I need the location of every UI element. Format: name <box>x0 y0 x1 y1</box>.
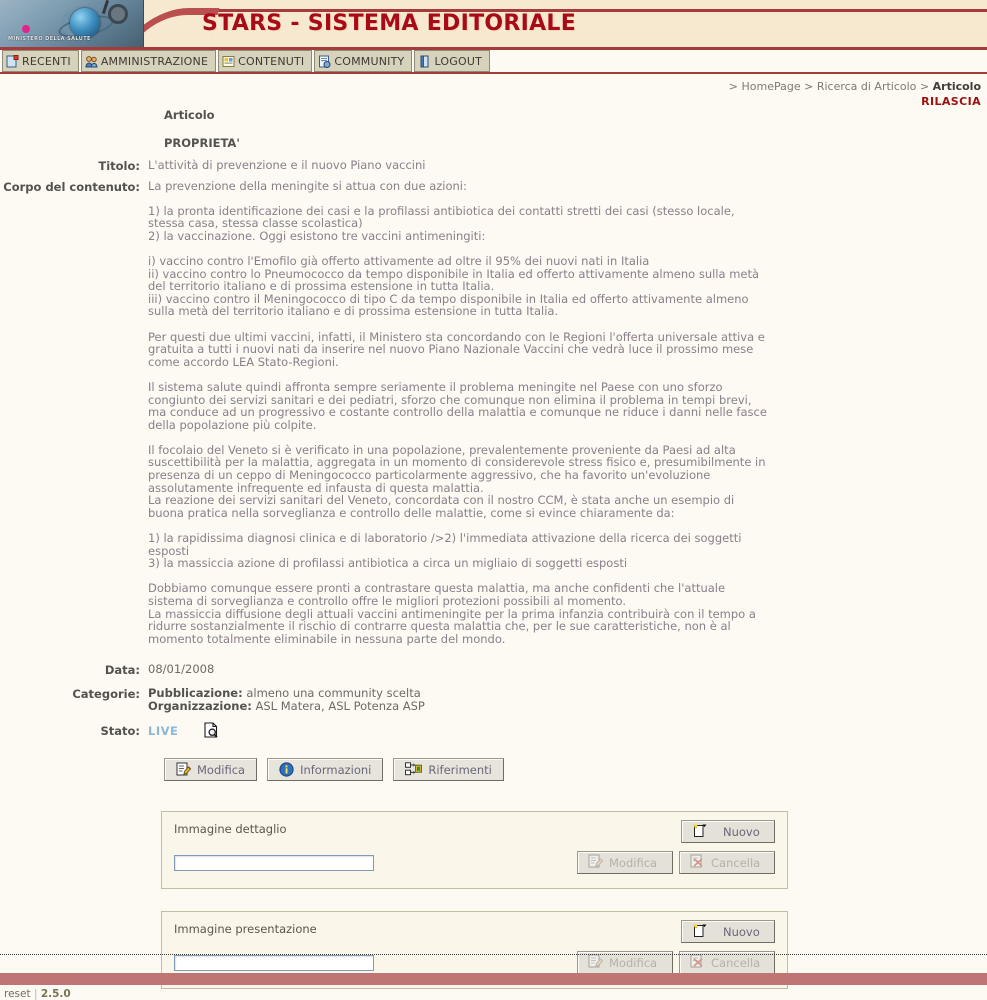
recent-document-icon <box>6 54 19 68</box>
immagine-presentazione-nuovo-button[interactable]: Nuovo <box>681 920 775 944</box>
immagine-presentazione-nuovo-label: Nuovo <box>723 924 760 939</box>
field-stato: Stato: LIVE <box>0 722 987 741</box>
field-titolo: Titolo: L'attività di prevenzione e il n… <box>0 159 987 173</box>
info-circle-icon <box>279 762 294 777</box>
article-detail: Articolo PROPRIETA' Titolo: L'attività d… <box>0 108 987 990</box>
flower-icon <box>22 25 30 33</box>
content-icon <box>222 55 235 68</box>
immagine-presentazione-modifica-label: Modifica <box>609 955 658 970</box>
corpo-body: 1) la pronta identificazione dei casi e … <box>148 203 767 646</box>
informazioni-button[interactable]: Informazioni <box>267 758 384 782</box>
tab-contenuti[interactable]: CONTENUTI <box>218 50 313 72</box>
categorie-label: Categorie: <box>72 687 140 702</box>
edit-document-icon <box>588 854 604 872</box>
preview-document-icon[interactable] <box>204 722 218 741</box>
ministry-logo-image: MINISTERO DELLA SALUTE <box>0 0 144 47</box>
immagine-dettaglio-panel: Immagine dettaglio Nuovo Modifica Cancel… <box>161 811 788 890</box>
edit-document-icon <box>176 762 191 777</box>
app-header: MINISTERO DELLA SALUTE STARS - SISTEMA E… <box>0 0 987 47</box>
riferimenti-button-label: Riferimenti <box>428 762 492 777</box>
immagine-dettaglio-nuovo-button[interactable]: Nuovo <box>681 820 775 844</box>
delete-document-icon <box>690 954 705 972</box>
field-data: Data: 08/01/2008 <box>0 663 987 677</box>
action-buttons: Modifica Informazioni Riferimenti <box>164 758 987 782</box>
corpo-label: Corpo del contenuto: <box>3 180 140 194</box>
breadcrumb-current: Articolo <box>932 80 981 93</box>
new-document-icon <box>692 923 707 941</box>
footer-bar <box>0 973 987 985</box>
main-navigation: RECENTI AMMINISTRAZIONE CONTENUTI COMMUN… <box>0 50 987 72</box>
immagine-dettaglio-input[interactable] <box>174 854 374 871</box>
data-value: 08/01/2008 <box>148 662 215 677</box>
rilascia-link[interactable]: RILASCIA <box>921 95 981 108</box>
stato-label: Stato: <box>100 723 140 738</box>
corpo-intro: La prevenzione della meningite si attua … <box>148 179 467 193</box>
categorie-value: Pubblicazione: almeno una community scel… <box>148 687 773 712</box>
footer-dotted-divider <box>0 954 987 955</box>
tab-recenti[interactable]: RECENTI <box>2 50 79 72</box>
tab-logout[interactable]: LOGOUT <box>414 50 491 72</box>
immagine-dettaglio-modifica-button: Modifica <box>577 851 673 875</box>
footer-separator: | <box>33 988 38 1000</box>
immagine-dettaglio-cancella-label: Cancella <box>711 855 761 870</box>
modifica-button-label: Modifica <box>197 762 246 777</box>
delete-document-icon <box>690 854 705 872</box>
properties-heading: PROPRIETA' <box>164 136 240 150</box>
users-icon <box>85 55 98 68</box>
titolo-label: Titolo: <box>98 159 140 173</box>
new-document-icon <box>692 823 707 841</box>
tab-community[interactable]: COMMUNITY <box>314 50 413 72</box>
categorie-organizzazione: Organizzazione: ASL Matera, ASL Potenza … <box>148 700 773 713</box>
tab-logout-label: LOGOUT <box>434 54 483 68</box>
content-type-label: Articolo <box>164 108 215 122</box>
field-corpo: Corpo del contenuto: La prevenzione dell… <box>0 180 987 645</box>
stato-value-wrap: LIVE <box>148 722 773 741</box>
immagine-dettaglio-buttons: Modifica Cancella <box>577 851 775 875</box>
tab-amministrazione[interactable]: AMMINISTRAZIONE <box>80 50 217 72</box>
immagine-dettaglio-row: Modifica Cancella <box>174 851 775 875</box>
page-title: STARS - SISTEMA EDITORIALE <box>202 11 577 36</box>
titolo-value: L'attività di prevenzione e il nuovo Pia… <box>148 158 426 172</box>
immagine-dettaglio-cancella-button: Cancella <box>679 851 775 875</box>
modifica-button[interactable]: Modifica <box>164 758 258 782</box>
immagine-dettaglio-nuovo-label: Nuovo <box>723 824 760 839</box>
field-categorie: Categorie: Pubblicazione: almeno una com… <box>0 687 987 712</box>
riferimenti-button[interactable]: Riferimenti <box>393 758 504 782</box>
edit-document-icon <box>588 954 604 972</box>
immagine-presentazione-input[interactable] <box>174 954 374 971</box>
immagine-presentazione-cancella-label: Cancella <box>711 955 761 970</box>
organizzazione-key: Organizzazione: <box>148 698 252 713</box>
data-label: Data: <box>104 663 140 678</box>
references-icon <box>405 762 423 777</box>
door-exit-icon <box>418 55 431 68</box>
community-icon <box>318 55 331 68</box>
globe-icon <box>70 8 100 38</box>
reset-link[interactable]: reset <box>4 988 31 1000</box>
logo-caption: MINISTERO DELLA SALUTE <box>8 36 91 42</box>
tab-contenuti-label: CONTENUTI <box>238 54 305 68</box>
stethoscope-icon <box>108 4 128 24</box>
status-badge: LIVE <box>148 723 179 738</box>
tab-recenti-label: RECENTI <box>22 54 71 68</box>
tab-amministrazione-label: AMMINISTRAZIONE <box>100 54 209 68</box>
tab-community-label: COMMUNITY <box>334 54 405 68</box>
title-banner: STARS - SISTEMA EDITORIALE <box>144 0 987 47</box>
informazioni-button-label: Informazioni <box>300 762 372 777</box>
breadcrumb-path[interactable]: > HomePage > Ricerca di Articolo > <box>729 80 933 93</box>
breadcrumb: > HomePage > Ricerca di Articolo > Artic… <box>729 80 981 93</box>
corpo-value: La prevenzione della meningite si attua … <box>148 180 773 645</box>
organizzazione-value: ASL Matera, ASL Potenza ASP <box>251 698 425 713</box>
breadcrumb-area: > HomePage > Ricerca di Articolo > Artic… <box>0 74 987 108</box>
immagine-dettaglio-modifica-label: Modifica <box>609 855 658 870</box>
version-label: 2.5.0 <box>40 988 71 1000</box>
footer-note: reset | 2.5.0 <box>4 988 71 1000</box>
